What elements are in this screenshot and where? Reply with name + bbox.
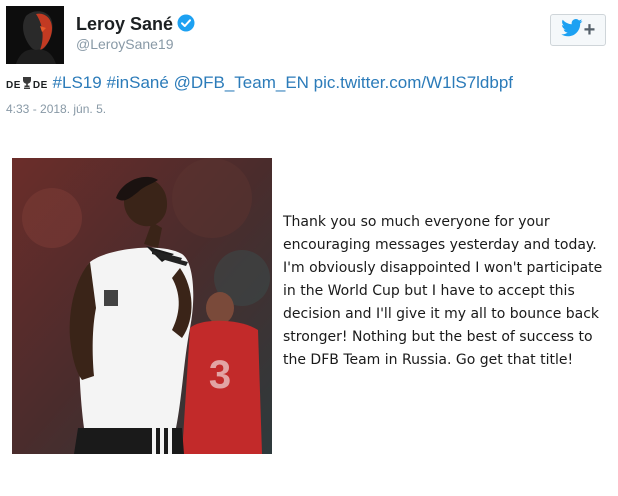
trophy-icon [22, 74, 32, 94]
pic-link[interactable]: pic.twitter.com/W1lS7ldbpf [314, 73, 513, 92]
plus-icon: + [583, 19, 596, 41]
tweet-timestamp[interactable]: 4:33 - 2018. jún. 5. [6, 102, 106, 116]
mention-dfb-team-link[interactable]: @DFB_Team_EN [174, 73, 309, 92]
tweet-text: DE DE #LS19 #inSané @DFB_Team_EN pic.twit… [6, 73, 513, 94]
user-handle[interactable]: @LeroySane19 [76, 36, 174, 52]
display-name-text[interactable]: Leroy Sané [76, 14, 173, 34]
tweet-photo[interactable]: 3 [12, 158, 272, 454]
statement-text: Thank you so much everyone for your enco… [283, 214, 603, 368]
avatar[interactable] [6, 6, 64, 64]
verified-badge-icon [177, 14, 195, 37]
tweet-header: Leroy Sané @LeroySane19 + [6, 6, 612, 64]
hashtag-insane-link[interactable]: #inSané [106, 73, 168, 92]
svg-text:3: 3 [209, 353, 231, 397]
display-name[interactable]: Leroy Sané [76, 14, 195, 37]
flag-de-left: DE [6, 80, 21, 91]
flag-de-right: DE [32, 80, 48, 91]
twitter-bird-icon [560, 18, 583, 42]
hashtag-ls19-link[interactable]: #LS19 [53, 73, 102, 92]
follow-button[interactable]: + [550, 14, 606, 46]
